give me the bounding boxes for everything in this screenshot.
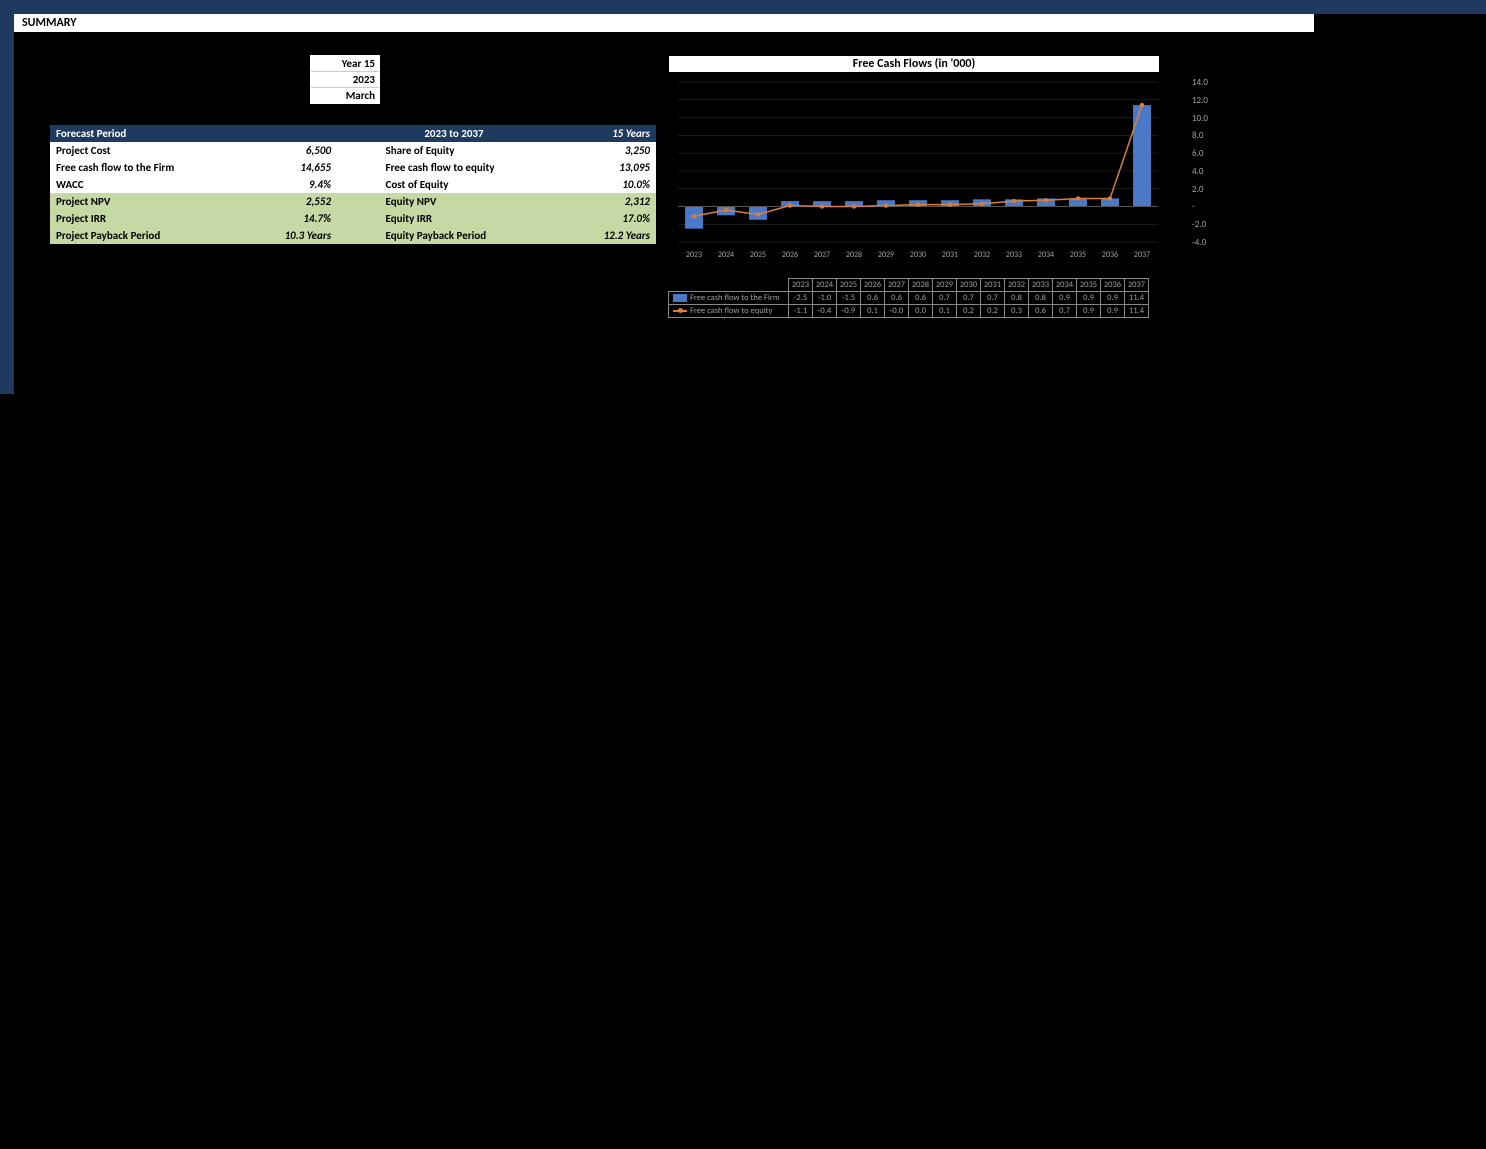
svg-text:2031: 2031 [942, 250, 958, 260]
share-of-equity-label: Share of Equity [380, 142, 571, 159]
project-npv-label: Project NPV [50, 193, 263, 210]
legend-equity: Free cash flow to equity [690, 306, 772, 316]
npv-row: Project NPV 2,552 Equity NPV 2,312 [50, 193, 656, 210]
svg-text:2034: 2034 [1038, 250, 1054, 260]
y-tick-label: 4.0 [1192, 166, 1220, 177]
y-tick-label: -2.0 [1192, 219, 1220, 230]
y-tick-label: 12.0 [1192, 95, 1220, 106]
project-payback-label: Project Payback Period [50, 227, 263, 244]
cost-of-equity-label: Cost of Equity [380, 176, 571, 193]
svg-text:2036: 2036 [1102, 250, 1118, 260]
equity-payback-label: Equity Payback Period [380, 227, 571, 244]
assumptions-box: Year 15 2023 March [310, 55, 380, 104]
svg-text:2032: 2032 [974, 250, 990, 260]
chart-svg: 2023 2024 2025 2026 2027 2028 2029 2030 2031 2032… [668, 77, 1188, 267]
y-tick-label: 6.0 [1192, 148, 1220, 159]
irr-row: Project IRR 14.7% Equity IRR 17.0% [50, 210, 656, 227]
svg-text:2027: 2027 [814, 250, 830, 260]
assumption-month: March [311, 88, 379, 103]
svg-text:2023: 2023 [686, 250, 702, 260]
project-cost-label: Project Cost [50, 142, 263, 159]
chart-data-table: 2023202420252026202720282029203020312032… [668, 278, 1149, 318]
project-cost-value: 6,500 [263, 142, 337, 159]
fcf-firm-label: Free cash flow to the Firm [50, 159, 263, 176]
share-of-equity-value: 3,250 [571, 142, 656, 159]
svg-text:2035: 2035 [1070, 250, 1086, 260]
equity-npv-value: 2,312 [571, 193, 656, 210]
y-tick-label: -4.0 [1192, 237, 1220, 248]
equity-irr-value: 17.0% [571, 210, 656, 227]
y-tick-label: 2.0 [1192, 184, 1220, 195]
wacc-row: WACC 9.4% Cost of Equity 10.0% [50, 176, 656, 193]
forecast-period-label: Forecast Period [50, 125, 263, 142]
forecast-period-years: 15 Years [571, 125, 656, 142]
wacc-label: WACC [50, 176, 263, 193]
chart-plot: 2023 2024 2025 2026 2027 2028 2029 2030 2031 2032… [668, 77, 1188, 267]
project-cost-row: Project Cost 6,500 Share of Equity 3,250 [50, 142, 656, 159]
assumption-year-label: Year 15 [311, 56, 379, 72]
project-payback-value: 10.3 Years [263, 227, 337, 244]
svg-text:2030: 2030 [910, 250, 926, 260]
svg-text:2025: 2025 [750, 250, 766, 260]
section-header: SUMMARY [14, 14, 1314, 32]
svg-text:2033: 2033 [1006, 250, 1022, 260]
forecast-period-range: 2023 to 2037 [337, 125, 571, 142]
assumption-year-value: 2023 [311, 72, 379, 88]
y-tick-label: 8.0 [1192, 130, 1220, 141]
forecast-period-row: Forecast Period 2023 to 2037 15 Years [50, 125, 656, 142]
section-title: SUMMARY [22, 16, 77, 30]
cost-of-equity-value: 10.0% [571, 176, 656, 193]
chart-title: Free Cash Flows (in '000) [668, 55, 1160, 73]
payback-row: Project Payback Period 10.3 Years Equity… [50, 227, 656, 244]
chart-container: Free Cash Flows (in '000) 20232024202520… [668, 55, 1188, 267]
chart-y-axis-labels: 14.012.010.08.06.04.02.0--2.0-4.0 [1192, 77, 1216, 257]
fcf-equity-value: 13,095 [571, 159, 656, 176]
fcf-equity-label: Free cash flow to equity [380, 159, 571, 176]
project-irr-label: Project IRR [50, 210, 263, 227]
equity-npv-label: Equity NPV [380, 193, 571, 210]
svg-text:2037: 2037 [1134, 250, 1150, 260]
legend-firm: Free cash flow to the Firm [690, 293, 780, 303]
y-tick-label: 10.0 [1192, 113, 1220, 124]
project-irr-value: 14.7% [263, 210, 337, 227]
equity-payback-value: 12.2 Years [571, 227, 656, 244]
svg-text:2024: 2024 [718, 250, 734, 260]
fcf-firm-value: 14,655 [263, 159, 337, 176]
fcf-firm-row: Free cash flow to the Firm 14,655 Free c… [50, 159, 656, 176]
svg-text:2028: 2028 [846, 250, 862, 260]
svg-text:2029: 2029 [878, 250, 894, 260]
y-tick-label: - [1192, 201, 1220, 212]
y-tick-label: 14.0 [1192, 77, 1220, 88]
wacc-value: 9.4% [263, 176, 337, 193]
summary-table: Forecast Period 2023 to 2037 15 Years Pr… [50, 125, 656, 244]
svg-text:2026: 2026 [782, 250, 798, 260]
equity-irr-label: Equity IRR [380, 210, 571, 227]
project-npv-value: 2,552 [263, 193, 337, 210]
